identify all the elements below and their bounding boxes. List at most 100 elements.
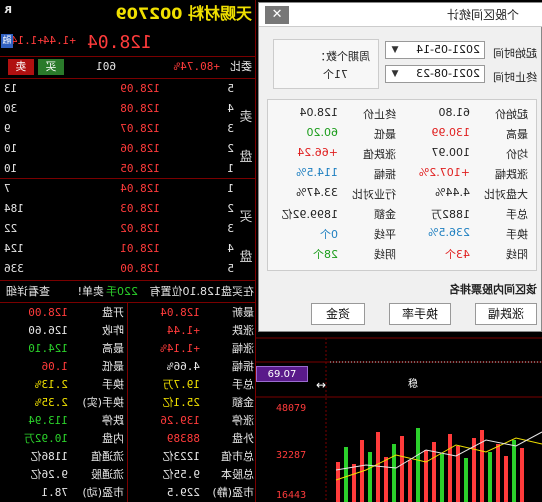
bid-row[interactable]: 5 128.00 336 <box>0 260 256 278</box>
ask-level: 2 <box>227 142 234 155</box>
trade-bar-label: 在买盘128.10位置有 <box>149 285 255 298</box>
sell-side-label: 卖盘 <box>239 110 253 165</box>
bid-volume: 7 <box>4 182 11 195</box>
stat-label: 总股本 <box>221 468 254 481</box>
rank-capital-button[interactable]: 资金 <box>311 303 365 325</box>
dialog-title: 个股区间统计 <box>446 8 519 22</box>
stat-value: 25.1亿 <box>162 396 201 409</box>
chart-marker: 稳 <box>408 379 418 390</box>
start-time-label: 起始时间 <box>493 47 537 60</box>
bid-row[interactable]: 3 128.02 22 <box>0 220 256 238</box>
metric-label: 行业对比 <box>352 188 396 201</box>
bid-row[interactable]: 1 128.04 7 <box>0 180 256 198</box>
volume-bar <box>464 458 468 502</box>
volume-bar <box>384 457 388 502</box>
stat-label: 市盈(动) <box>82 486 124 499</box>
volume-bar <box>448 434 452 502</box>
bid-level: 4 <box>227 242 234 255</box>
stat-label: 市盈(静) <box>212 486 254 499</box>
stat-label: 涨停 <box>232 414 254 427</box>
stat-value: 1.06 <box>41 360 69 373</box>
volume-bar <box>344 447 348 502</box>
price-tag: 69.07 <box>256 366 308 382</box>
bid-row[interactable]: 2 128.03 184 <box>0 200 256 218</box>
metric-label: 涨跌值 <box>363 148 396 161</box>
rank-turnover-button[interactable]: 换手率 <box>389 303 451 325</box>
stat-label: 金额 <box>232 396 254 409</box>
bid-price: 128.01 <box>120 242 160 255</box>
metric-value: 128.04 <box>299 106 339 119</box>
y-label-3: 16443 <box>276 490 307 501</box>
stats-row: 涨幅 +1.14% 最高 124.10 <box>0 340 256 358</box>
volume-bar <box>392 444 396 502</box>
bid-price: 128.04 <box>120 182 160 195</box>
start-date-value: 2021-05-14 <box>416 43 480 56</box>
volume-bar <box>376 432 380 502</box>
ask-row[interactable]: 1 128.05 10 <box>0 160 256 178</box>
metric-label: 终止价 <box>363 108 396 121</box>
ask-row[interactable]: 5 128.09 13 <box>0 80 256 98</box>
rank-change-button[interactable]: 涨跌幅 <box>475 303 537 325</box>
bid-price: 128.02 <box>120 222 160 235</box>
end-date-value: 2021-08-23 <box>416 67 480 80</box>
stat-value: 78.1 <box>41 486 69 499</box>
ask-row[interactable]: 3 128.07 9 <box>0 120 256 138</box>
stat-value: 19.7万 <box>162 378 201 391</box>
volume-bar <box>488 452 492 502</box>
buy-tab[interactable]: 买 <box>38 59 64 75</box>
price-change: +1.44 <box>42 34 76 47</box>
bid-level: 2 <box>227 202 234 215</box>
volume-bar <box>480 430 484 502</box>
stat-value: 128.04 <box>160 306 200 319</box>
stat-label: 流通股 <box>91 468 124 481</box>
ask-row[interactable]: 4 128.08 30 <box>0 100 256 118</box>
stats-row: 总手 19.7万 换手 2.13% <box>0 376 256 394</box>
volume-bar <box>424 450 428 502</box>
range-arrow-icon[interactable]: ↔ <box>316 378 326 392</box>
view-detail-link[interactable]: 查看详细 <box>6 283 50 301</box>
stat-value: +1.14% <box>160 342 200 355</box>
bid-price: 128.03 <box>120 202 160 215</box>
trade-bar-tail: 卖单! <box>77 285 104 298</box>
metric-label: 起始价 <box>495 108 528 121</box>
trade-bar-volume: 220手 <box>106 285 138 298</box>
ask-level: 4 <box>227 102 234 115</box>
price-tag-value: 69.07 <box>267 369 297 380</box>
ask-level: 3 <box>227 122 234 135</box>
ask-level: 5 <box>227 82 234 95</box>
period-count-value: 71个 <box>323 68 348 81</box>
ask-row[interactable]: 2 128.06 10 <box>0 140 256 158</box>
chevron-down-icon: ▼ <box>391 69 399 79</box>
sell-tab[interactable]: 卖 <box>8 59 34 75</box>
bid-price: 128.00 <box>120 262 160 275</box>
stats-row: 振幅 4.66% 最低 1.06 <box>0 358 256 376</box>
stats-row: 涨停 139.26 跌停 113.94 <box>0 412 256 430</box>
stat-value: 128.00 <box>28 306 68 319</box>
stock-title: 天赐材料 002709 <box>115 4 252 23</box>
metric-value: 100.97 <box>431 146 471 159</box>
volume-bar <box>352 464 356 502</box>
metric-label: 阳线 <box>506 248 528 261</box>
stat-value: 9.26亿 <box>30 468 69 481</box>
close-icon[interactable]: ✕ <box>265 6 289 24</box>
ask-price: 128.09 <box>120 82 160 95</box>
bid-volume: 336 <box>4 262 24 275</box>
bid-row[interactable]: 4 128.01 124 <box>0 240 256 258</box>
metric-value: 28个 <box>313 248 338 261</box>
current-price: 128.04 <box>86 32 152 53</box>
stat-value: 229.5 <box>166 486 200 499</box>
metric-label: 均价 <box>506 148 528 161</box>
ask-volume: 30 <box>4 102 18 115</box>
metric-value: 114.5% <box>296 166 338 179</box>
metric-label: 最高 <box>506 128 528 141</box>
stat-value: 4.66% <box>166 360 200 373</box>
start-date-select[interactable]: 2021-05-14 ▼ <box>385 41 485 59</box>
bid-volume: 124 <box>4 242 24 255</box>
dialog-titlebar[interactable]: 个股区间统计 ✕ <box>259 3 542 27</box>
stat-label: 总市值 <box>221 450 254 463</box>
volume-bar <box>416 428 420 502</box>
end-date-select[interactable]: 2021-08-23 ▼ <box>385 65 485 83</box>
stat-value: 2.13% <box>34 378 68 391</box>
volume-bar <box>400 436 404 502</box>
margin-tag: 融 <box>1 34 13 48</box>
